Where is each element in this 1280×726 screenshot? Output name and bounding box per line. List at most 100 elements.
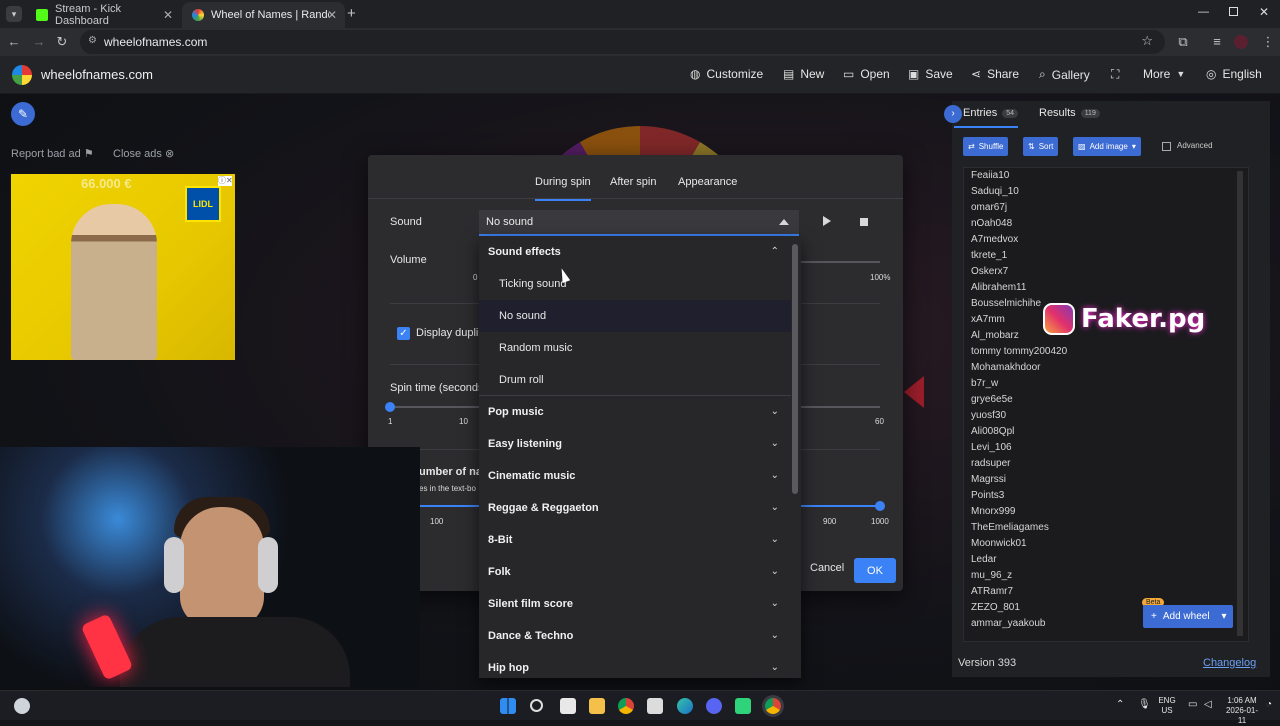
widgets-icon[interactable] bbox=[14, 698, 30, 714]
restore-icon[interactable] bbox=[1229, 7, 1238, 16]
entry-item[interactable]: yuosf30 bbox=[964, 408, 1248, 424]
sort-button[interactable]: ⇅ Sort bbox=[1023, 137, 1059, 156]
open-button[interactable]: ▭ Open bbox=[843, 67, 890, 81]
play-icon[interactable] bbox=[823, 216, 831, 226]
entry-item[interactable]: TheEmeliagames bbox=[964, 520, 1248, 536]
option-drum-roll[interactable]: Drum roll bbox=[479, 364, 791, 396]
group-dance-techno[interactable]: Dance & Techno ⌄ bbox=[479, 620, 791, 652]
entry-item[interactable]: ATRamr7 bbox=[964, 584, 1248, 600]
entry-item[interactable]: tkrete_1 bbox=[964, 248, 1248, 264]
advertisement-image[interactable]: 66.000 € LIDL ⓘ✕ bbox=[11, 174, 235, 360]
ad-info-icon[interactable]: ⓘ✕ bbox=[218, 176, 233, 186]
store-icon[interactable] bbox=[647, 698, 663, 714]
task-view-icon[interactable] bbox=[560, 698, 576, 714]
group-folk[interactable]: Folk ⌄ bbox=[479, 556, 791, 588]
language-button[interactable]: ◎ English bbox=[1206, 67, 1262, 81]
discord-icon[interactable] bbox=[706, 698, 722, 714]
cancel-button[interactable]: Cancel bbox=[810, 562, 844, 574]
group-easy-listening[interactable]: Easy listening ⌄ bbox=[479, 428, 791, 460]
clock[interactable]: 1:06 AM 2026-01-11 bbox=[1222, 696, 1262, 726]
notification-bell-icon[interactable]: ◔ bbox=[1266, 700, 1272, 710]
back-icon[interactable]: ← bbox=[6, 34, 22, 49]
file-explorer-icon[interactable] bbox=[589, 698, 605, 714]
language-indicator[interactable]: ENG US bbox=[1156, 696, 1178, 716]
start-icon[interactable] bbox=[500, 698, 516, 714]
close-tab-icon[interactable]: ✕ bbox=[163, 8, 173, 22]
entry-item[interactable]: Levi_106 bbox=[964, 440, 1248, 456]
tab-appearance[interactable]: Appearance bbox=[678, 176, 737, 188]
volume-icon[interactable]: ◁ bbox=[1204, 700, 1212, 710]
entry-item[interactable]: Saduqi_10 bbox=[964, 184, 1248, 200]
minimize-icon[interactable]: — bbox=[1198, 6, 1209, 18]
entry-item[interactable]: Feaiia10 bbox=[964, 168, 1248, 184]
entry-item[interactable]: omar67j bbox=[964, 200, 1248, 216]
group-silent-film[interactable]: Silent film score ⌄ bbox=[479, 588, 791, 620]
customize-button[interactable]: ◍ Customize bbox=[690, 67, 763, 81]
max-names-knob[interactable] bbox=[875, 501, 885, 511]
collapse-panel-icon[interactable]: › bbox=[944, 105, 962, 123]
fullscreen-button[interactable]: ⛶ bbox=[1111, 67, 1119, 82]
entry-item[interactable]: Ali008Qpl bbox=[964, 424, 1248, 440]
tab-list-menu-icon[interactable]: ▾ bbox=[6, 6, 22, 22]
more-button[interactable]: More ▼ bbox=[1143, 67, 1185, 81]
share-button[interactable]: ⋖ Share bbox=[971, 67, 1019, 81]
browser-menu-icon[interactable]: ⋮ bbox=[1260, 34, 1276, 50]
gallery-button[interactable]: ⌕ Gallery bbox=[1039, 67, 1090, 82]
entry-item[interactable]: Points3 bbox=[964, 488, 1248, 504]
dropdown-scrollbar[interactable] bbox=[792, 244, 798, 494]
forward-icon[interactable]: → bbox=[31, 34, 47, 49]
entry-item[interactable]: tommy tommy200420 bbox=[964, 344, 1248, 360]
tray-chevron-icon[interactable]: ⌃ bbox=[1116, 700, 1124, 710]
advanced-checkbox[interactable] bbox=[1162, 142, 1171, 151]
network-icon[interactable]: ▭ bbox=[1188, 700, 1197, 710]
group-pop-music[interactable]: Pop music ⌄ bbox=[479, 396, 791, 428]
close-window-icon[interactable]: ✕ bbox=[1259, 5, 1269, 19]
entry-item[interactable]: Mohamakhdoor bbox=[964, 360, 1248, 376]
entry-item[interactable]: Moonwick01 bbox=[964, 536, 1248, 552]
edit-pencil-icon[interactable]: ✎ bbox=[11, 102, 35, 126]
group-sound-effects[interactable]: Sound effects ⌃ bbox=[479, 236, 791, 268]
option-no-sound[interactable]: No sound bbox=[479, 300, 791, 332]
report-bad-ad-link[interactable]: Report bad ad ⚑ bbox=[11, 147, 94, 160]
group-cinematic-music[interactable]: Cinematic music ⌄ bbox=[479, 460, 791, 492]
volume-slider-track[interactable] bbox=[800, 261, 880, 263]
new-tab-icon[interactable]: + bbox=[347, 5, 356, 22]
entry-item[interactable]: A7medvox bbox=[964, 232, 1248, 248]
bookmark-star-icon[interactable]: ☆ bbox=[1141, 33, 1153, 49]
sound-select[interactable]: No sound bbox=[479, 210, 799, 236]
entry-item[interactable]: mu_96_z bbox=[964, 568, 1248, 584]
ok-button[interactable]: OK bbox=[854, 558, 896, 583]
profile-avatar-icon[interactable] bbox=[1234, 35, 1248, 49]
edge-icon[interactable] bbox=[677, 698, 693, 714]
group-reggae[interactable]: Reggae & Reggaeton ⌄ bbox=[479, 492, 791, 524]
entry-item[interactable]: Oskerx7 bbox=[964, 264, 1248, 280]
entries-scrollbar[interactable] bbox=[1237, 171, 1243, 636]
chrome-icon[interactable] bbox=[618, 698, 634, 714]
site-brand[interactable]: wheelofnames.com bbox=[41, 67, 153, 82]
search-icon[interactable] bbox=[530, 699, 543, 712]
tab-results[interactable]: Results 119 bbox=[1039, 107, 1100, 119]
spin-time-knob[interactable] bbox=[385, 402, 395, 412]
reading-list-icon[interactable]: ≡ bbox=[1209, 34, 1225, 49]
option-random-music[interactable]: Random music bbox=[479, 332, 791, 364]
tab-entries[interactable]: Entries 54 bbox=[963, 107, 1019, 119]
changelog-link[interactable]: Changelog bbox=[1203, 657, 1256, 669]
entry-item[interactable]: Ledar bbox=[964, 552, 1248, 568]
add-wheel-button[interactable]: + Add wheel ▾ bbox=[1143, 605, 1233, 628]
group-8-bit[interactable]: 8-Bit ⌄ bbox=[479, 524, 791, 556]
option-ticking-sound[interactable]: Ticking sound bbox=[479, 268, 791, 300]
close-ads-link[interactable]: Close ads ⊗ bbox=[113, 147, 174, 160]
tab-after-spin[interactable]: After spin bbox=[610, 176, 656, 188]
site-logo-icon[interactable] bbox=[12, 65, 32, 85]
entry-item[interactable]: nOah048 bbox=[964, 216, 1248, 232]
new-button[interactable]: ▤ New bbox=[783, 67, 824, 81]
entry-item[interactable]: radsuper bbox=[964, 456, 1248, 472]
entry-item[interactable]: Alibrahem11 bbox=[964, 280, 1248, 296]
close-tab-icon[interactable]: ✕ bbox=[327, 8, 337, 22]
shuffle-button[interactable]: ⇄ Shuffle bbox=[963, 137, 1009, 156]
extensions-icon[interactable]: ⧉ bbox=[1175, 34, 1191, 50]
mic-icon[interactable]: 🎙 bbox=[1138, 700, 1151, 710]
entry-item[interactable]: b7r_w bbox=[964, 376, 1248, 392]
add-image-button[interactable]: ▨ Add image ▾ bbox=[1073, 137, 1141, 156]
app-green-icon[interactable] bbox=[735, 698, 751, 714]
